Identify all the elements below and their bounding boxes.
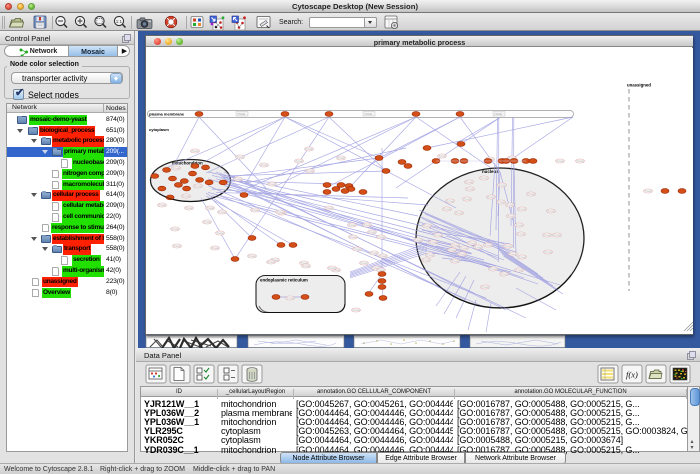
svg-text:(Yxxxx): (Yxxxx) [466,188,474,191]
svg-text:(Yxxxx): (Yxxxx) [348,224,356,227]
svg-text:(Yxxxx): (Yxxxx) [500,273,508,276]
svg-text:(Yxxxx): (Yxxxx) [370,252,378,255]
svg-text:(Yxxxx): (Yxxxx) [158,204,166,207]
svg-text:(Yxxxx): (Yxxxx) [185,207,193,210]
svg-text:(Yxxxx): (Yxxxx) [481,286,489,289]
svg-text:(Yxxxx): (Yxxxx) [474,246,482,249]
svg-text:(Yxxxx): (Yxxxx) [547,210,555,213]
svg-text:(Yxxxx): (Yxxxx) [349,236,357,239]
svg-text:(Yxxxx): (Yxxxx) [216,232,224,235]
svg-text:(Yxxxx): (Yxxxx) [182,195,190,198]
svg-text:(Yxxxx): (Yxxxx) [234,178,242,181]
svg-text:f(x): f(x) [626,370,638,380]
svg-text:(Yxxxx): (Yxxxx) [194,185,202,188]
svg-text:(Yxxxx): (Yxxxx) [295,160,303,163]
svg-text:(Yxxxx): (Yxxxx) [451,244,459,247]
svg-text:(Yxxxx): (Yxxxx) [517,233,525,236]
svg-text:(Yxxxx): (Yxxxx) [206,207,214,210]
svg-text:(Yxxxx): (Yxxxx) [487,196,495,199]
svg-text:(Yxxxx): (Yxxxx) [489,268,497,271]
svg-text:cytoplasm: cytoplasm [149,127,169,132]
svg-text:(Yxxxx): (Yxxxx) [507,215,515,218]
svg-text:(Yxxxx): (Yxxxx) [268,183,276,186]
svg-text:(Yxxxx): (Yxxxx) [644,190,652,193]
svg-text:(Yxxxx): (Yxxxx) [556,160,564,163]
svg-text:(Yxxxx): (Yxxxx) [306,170,314,173]
svg-text:(Yxxxx): (Yxxxx) [302,265,310,268]
svg-text:(Yxxxx): (Yxxxx) [211,247,219,250]
svg-text:(Yxxxx): (Yxxxx) [448,249,456,252]
svg-text:(Yxxxx): (Yxxxx) [368,231,376,234]
svg-text:(Yxxxx): (Yxxxx) [576,160,584,163]
svg-text:(Yxxxx): (Yxxxx) [203,221,211,224]
svg-text:(Yxxxx): (Yxxxx) [460,247,468,250]
svg-text:(Yxxxx): (Yxxxx) [443,208,451,211]
svg-text:(Yxxxx): (Yxxxx) [276,211,284,214]
svg-text:(Yxxxx): (Yxxxx) [506,204,514,207]
svg-text:(Yxxxx): (Yxxxx) [414,239,422,242]
svg-text:(Yxxxx): (Yxxxx) [360,262,368,265]
svg-text:(Yxxxx): (Yxxxx) [305,148,313,151]
svg-text:(Yxxxx): (Yxxxx) [286,297,294,300]
svg-text:(Yxxxx): (Yxxxx) [480,177,488,180]
svg-text:(Yxxxx): (Yxxxx) [423,225,431,228]
svg-text:(Yxxxx): (Yxxxx) [465,181,473,184]
svg-text:(Yxxx): (Yxxx) [238,112,245,116]
svg-text:(Yxxxx): (Yxxxx) [260,164,268,167]
svg-text:(Yxxxx): (Yxxxx) [518,256,526,259]
svg-text:(Yxxxx): (Yxxxx) [191,150,199,153]
svg-text:(Yxxxx): (Yxxxx) [504,245,512,248]
svg-text:(Yxxxx): (Yxxxx) [251,209,259,212]
svg-text:unassigned: unassigned [627,83,651,88]
svg-text:(Yxxxx): (Yxxxx) [515,224,523,227]
svg-text:(Yxxxx): (Yxxxx) [458,253,466,256]
svg-text:(Yxxxx): (Yxxxx) [353,248,361,251]
svg-text:(Yxxxx): (Yxxxx) [379,255,387,258]
svg-text:(Yxxxx): (Yxxxx) [172,167,180,170]
svg-text:(Yxxxx): (Yxxxx) [468,242,476,245]
svg-text:(Yxxxx): (Yxxxx) [455,212,463,215]
svg-text:(Yxxxx): (Yxxxx) [171,228,179,231]
svg-text:(Yxxx): (Yxxx) [495,112,502,116]
svg-text:(Yxxx): (Yxxx) [365,112,372,116]
svg-text:(Yxxxx): (Yxxxx) [236,156,244,159]
svg-text:(Yxxxx): (Yxxxx) [498,184,506,187]
svg-text:(Yxxxx): (Yxxxx) [426,254,434,257]
svg-text:(Yxxxx): (Yxxxx) [325,207,333,210]
svg-text:(Yxxxx): (Yxxxx) [352,309,360,312]
svg-text:endoplasmic reticulum: endoplasmic reticulum [260,278,308,283]
svg-text:(Yxxxx): (Yxxxx) [337,157,345,160]
svg-text:(Yxxxx): (Yxxxx) [363,224,371,227]
svg-text:(Yxxxx): (Yxxxx) [267,261,275,264]
svg-text:(Yxxxx): (Yxxxx) [218,211,226,214]
svg-text:(Yxxxx): (Yxxxx) [527,193,535,196]
svg-text:(Yxxxx): (Yxxxx) [446,200,454,203]
svg-text:(Yxxxx): (Yxxxx) [328,267,336,270]
svg-text:(Yxxxx): (Yxxxx) [518,208,526,211]
svg-text:(Yxxxx): (Yxxxx) [377,236,385,239]
svg-text:(Yxxxx): (Yxxxx) [429,241,437,244]
svg-text:(Yxxxx): (Yxxxx) [422,259,430,262]
svg-text:(Yxxxx): (Yxxxx) [434,234,442,237]
svg-text:(Yxxxx): (Yxxxx) [173,245,181,248]
svg-text:1:1: 1:1 [116,19,123,24]
svg-text:(Yxxxx): (Yxxxx) [438,155,446,158]
svg-text:(Yxxxx): (Yxxxx) [543,234,551,237]
svg-text:(Yxxxx): (Yxxxx) [544,251,552,254]
svg-text:(Yxxxx): (Yxxxx) [248,255,256,258]
svg-text:(Yxxxx): (Yxxxx) [497,201,505,204]
svg-text:(Yxxxx): (Yxxxx) [484,244,492,247]
svg-text:(Yxxxx): (Yxxxx) [451,260,459,263]
svg-text:(Yxxxx): (Yxxxx) [515,269,523,272]
svg-text:(Yxxxx): (Yxxxx) [553,234,561,237]
svg-text:plasma membrane: plasma membrane [149,112,185,117]
svg-text:(Yxxxx): (Yxxxx) [509,253,517,256]
svg-text:(Yxxxx): (Yxxxx) [463,198,471,201]
